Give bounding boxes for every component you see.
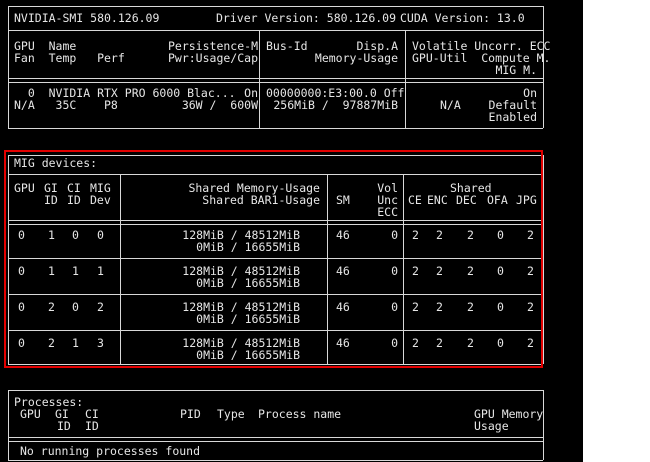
fan-temp-perf: N/A 35C P8 <box>14 98 118 112</box>
mig-highlight-box <box>4 150 543 368</box>
hdr-mig-mode: MIG M. <box>495 63 537 77</box>
border-line <box>8 437 543 442</box>
border-line <box>8 390 9 460</box>
border-line <box>543 155 544 364</box>
border-line <box>8 30 543 31</box>
border-line <box>8 460 543 461</box>
border-line <box>543 390 544 460</box>
border-line <box>8 390 543 391</box>
border-line <box>259 30 260 128</box>
hdr-pwr: Pwr:Usage/Cap <box>167 51 258 65</box>
power-usage: 36W / 600W <box>181 98 258 112</box>
memory-usage: 256MiB / 97887MiB <box>273 98 398 112</box>
gpu-util: N/A <box>440 98 461 112</box>
terminal-screen: NVIDIA-SMI 580.126.09 Driver Version: 58… <box>0 0 650 462</box>
smi-version: NVIDIA-SMI 580.126.09 <box>14 11 160 25</box>
proc-hdr-ci-id: ID <box>85 419 99 433</box>
border-line <box>543 6 544 128</box>
proc-hdr-usage: Usage <box>474 419 509 433</box>
proc-hdr-name: Process name <box>258 407 342 421</box>
driver-version: Driver Version: 580.126.09 <box>216 11 397 25</box>
cuda-version: CUDA Version: 13.0 <box>400 11 525 25</box>
proc-hdr-gi-id: ID <box>57 419 71 433</box>
proc-hdr-pid: PID <box>180 407 201 421</box>
proc-empty-message: No running processes found <box>20 444 201 458</box>
proc-hdr-gpu: GPU <box>20 407 41 421</box>
border-line <box>8 128 543 129</box>
border-line <box>8 6 9 128</box>
page-margin <box>583 0 650 462</box>
proc-hdr-type: Type <box>217 407 245 421</box>
mig-mode: Enabled <box>488 110 537 124</box>
hdr-memory-usage: Memory-Usage <box>314 51 398 65</box>
border-line <box>405 30 406 128</box>
border-line <box>8 78 543 83</box>
border-line <box>8 6 543 7</box>
hdr-fan-temp-perf: Fan Temp Perf <box>14 51 125 65</box>
